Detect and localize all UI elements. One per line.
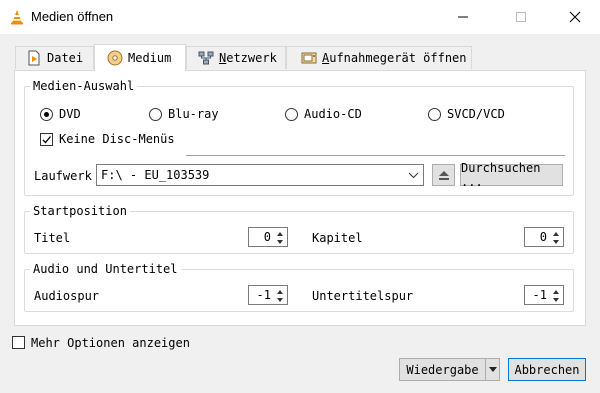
minimize-button[interactable] [440, 0, 486, 34]
radio-bluray[interactable] [149, 108, 162, 121]
separator-line [186, 155, 565, 156]
maximize-button[interactable] [498, 0, 544, 34]
chevron-down-icon [408, 172, 419, 179]
close-button[interactable] [552, 0, 598, 34]
checkmark-icon [42, 136, 51, 144]
tab-network-label: Netzwerk [219, 51, 277, 65]
drive-select[interactable]: F:\ - EU_103539 [96, 164, 424, 186]
title-label: Titel [34, 231, 71, 245]
spin-arrows-icon [553, 290, 559, 302]
audio-track-label: Audiospur [34, 289, 100, 303]
start-position-title: Startposition [30, 204, 130, 218]
minimize-icon [458, 16, 468, 18]
spin-arrows-icon [553, 232, 559, 244]
audio-subtitles-title: Audio und Untertitel [30, 262, 181, 276]
spin-arrows-icon [277, 290, 283, 302]
play-button[interactable]: Wiedergabe [399, 358, 486, 381]
tab-medium[interactable]: Medium [94, 44, 186, 71]
tab-file-label: Datei [47, 51, 84, 65]
radio-audio-cd-label: Audio-CD [304, 107, 362, 121]
subtitle-track-value: -1 [532, 288, 547, 302]
title-spinbox-value: 0 [263, 230, 271, 244]
subtitle-track-label: Untertitelspur [312, 289, 414, 303]
no-disc-menus-checkbox[interactable] [40, 133, 53, 146]
chapter-label: Kapitel [312, 231, 363, 245]
play-dropdown-button[interactable] [486, 358, 500, 381]
radio-audio-cd[interactable] [285, 108, 298, 121]
chevron-down-icon [488, 366, 497, 372]
drive-select-value: F:\ - EU_103539 [101, 168, 210, 182]
subtitle-track-spinbox[interactable]: -1 [524, 285, 564, 305]
capture-device-icon [301, 52, 317, 64]
media-selection-title: Medien-Auswahl [30, 79, 138, 93]
spin-arrows-icon [277, 232, 283, 244]
chapter-spinbox[interactable]: 0 [524, 227, 564, 247]
title-spinbox[interactable]: 0 [248, 227, 288, 247]
more-options-label: Mehr Optionen anzeigen [31, 336, 190, 350]
radio-dvd-label: DVD [59, 107, 81, 121]
drive-label: Laufwerk [34, 169, 92, 183]
cancel-button[interactable]: Abbrechen [508, 358, 586, 381]
tab-file[interactable]: Datei [15, 46, 94, 69]
audio-track-value: -1 [256, 288, 271, 302]
no-disc-menus-label: Keine Disc-Menüs [59, 132, 175, 146]
network-icon [198, 51, 214, 65]
close-icon [569, 11, 581, 23]
chapter-spinbox-value: 0 [539, 230, 547, 244]
tab-network-mnemonic: N [219, 51, 227, 65]
tab-capture-device[interactable]: Aufnahmegerät öffnen [286, 46, 472, 69]
radio-svcd-vcd-label: SVCD/VCD [447, 107, 505, 121]
maximize-icon [516, 12, 526, 22]
radio-dvd[interactable] [40, 108, 53, 121]
eject-button[interactable] [432, 164, 455, 186]
eject-icon [438, 170, 449, 180]
tab-network[interactable]: Netzwerk [186, 46, 286, 69]
tab-capture-mnemonic: A [322, 51, 330, 65]
radio-svcd-vcd[interactable] [428, 108, 441, 121]
more-options-checkbox[interactable] [12, 336, 25, 349]
audio-track-spinbox[interactable]: -1 [248, 285, 288, 305]
vlc-cone-icon [11, 10, 23, 25]
disc-icon [107, 50, 123, 66]
file-icon [28, 50, 40, 66]
window-title: Medien öffnen [31, 9, 114, 24]
radio-bluray-label: Blu-ray [168, 107, 219, 121]
tab-medium-label: Medium [128, 51, 172, 65]
tab-capture-device-label: Aufnahmegerät öffnen [322, 51, 467, 65]
browse-button[interactable]: Durchsuchen ... [460, 161, 563, 189]
